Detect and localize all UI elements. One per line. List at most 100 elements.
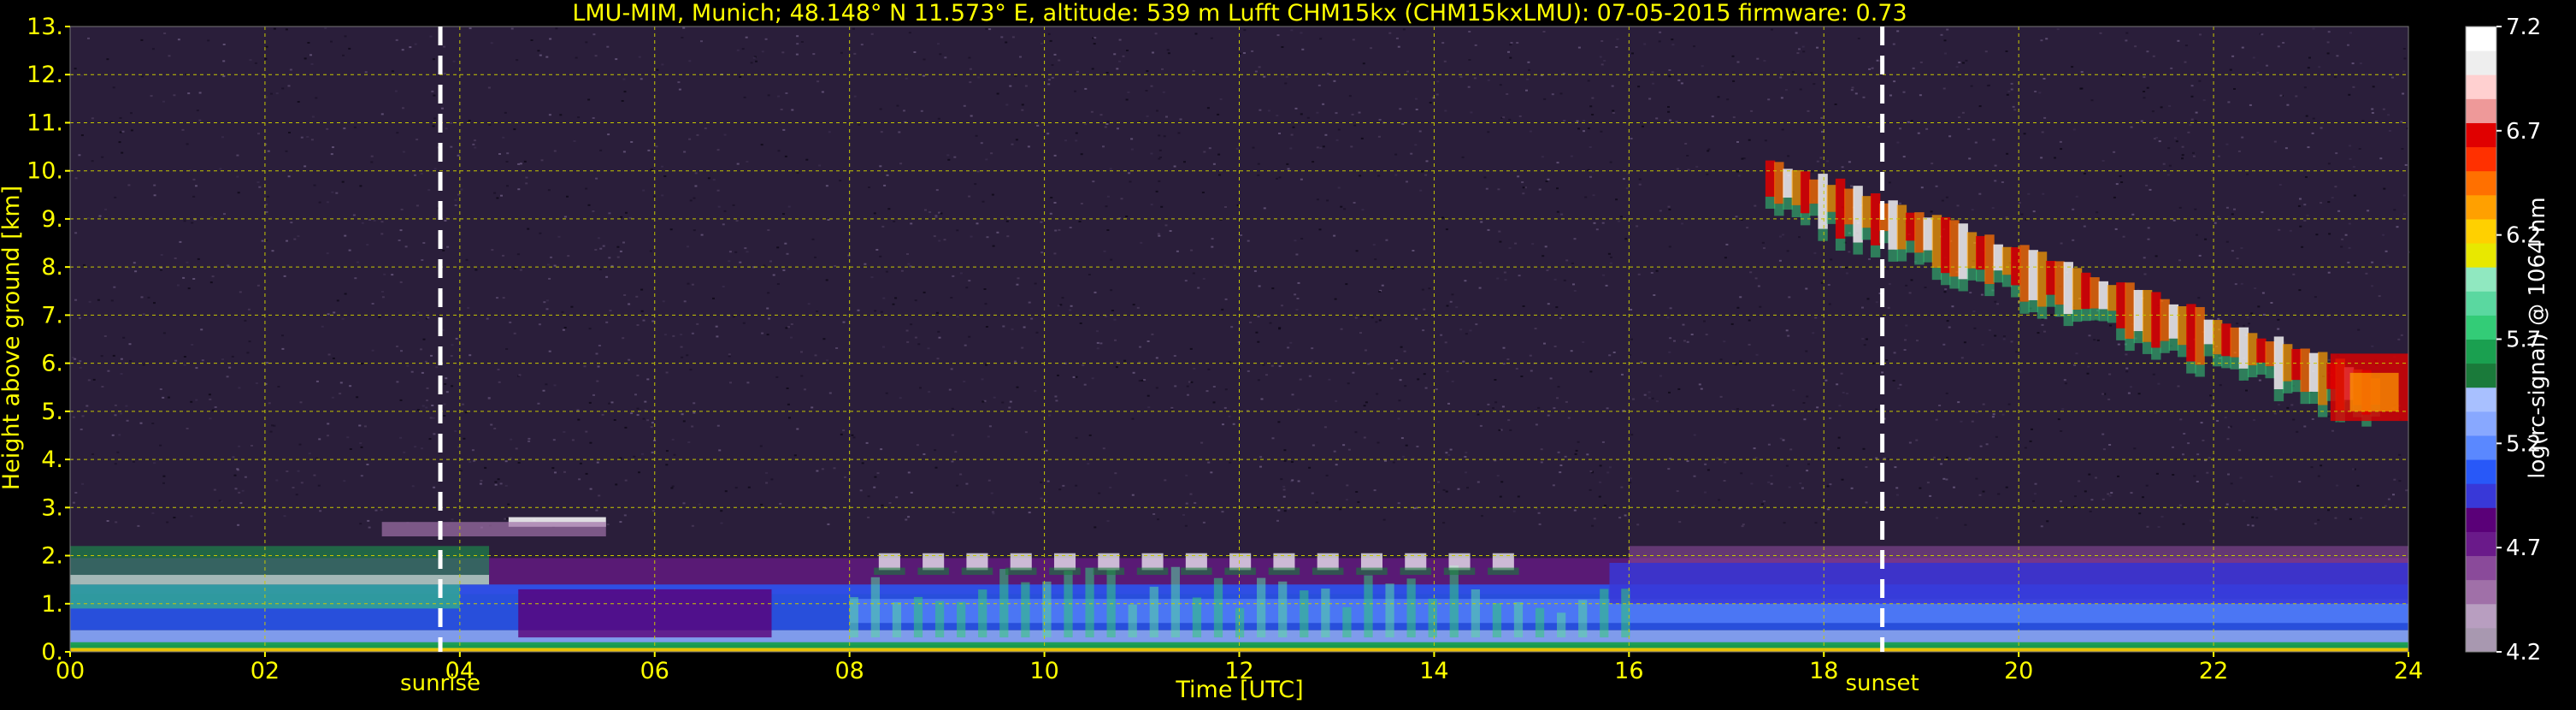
noise-speck — [1194, 502, 1197, 504]
noise-speck — [168, 396, 170, 399]
noise-speck — [2217, 155, 2220, 157]
cirrus-edge — [2300, 392, 2310, 405]
x-tick-label: 20 — [2004, 658, 2033, 684]
noise-speck — [2155, 137, 2158, 139]
noise-speck — [86, 217, 90, 220]
noise-speck — [642, 319, 645, 322]
noise-speck — [1262, 364, 1265, 366]
noise-speck — [879, 165, 882, 168]
noise-speck — [585, 187, 588, 190]
noise-speck — [1796, 52, 1800, 54]
noise-speck — [2147, 227, 2150, 229]
noise-speck — [554, 471, 557, 474]
noise-speck — [1742, 157, 1746, 160]
noise-speck — [1259, 465, 1262, 468]
noise-speck — [2278, 228, 2281, 231]
noise-speck — [1415, 317, 1418, 320]
noise-speck — [1739, 360, 1742, 363]
noise-speck — [635, 295, 639, 298]
convective-column — [1385, 583, 1394, 638]
noise-speck — [693, 229, 696, 232]
noise-speck — [1173, 165, 1176, 168]
noise-speck — [691, 283, 694, 286]
noise-speck — [779, 502, 782, 505]
noise-speck — [2402, 48, 2406, 50]
noise-speck — [1942, 87, 1946, 90]
noise-speck — [198, 119, 202, 121]
noise-speck — [1016, 283, 1019, 286]
noise-speck — [1011, 36, 1015, 38]
noise-speck — [1335, 464, 1338, 466]
noise-speck — [1682, 323, 1685, 326]
noise-speck — [1202, 277, 1205, 280]
noise-speck — [985, 27, 988, 30]
noise-speck — [548, 114, 551, 116]
noise-speck — [414, 43, 417, 45]
noise-speck — [1589, 470, 1593, 472]
noise-speck — [1151, 333, 1154, 335]
noise-speck — [513, 332, 516, 334]
cumulus-cell — [1405, 553, 1427, 571]
noise-speck — [1778, 259, 1782, 262]
noise-speck — [1531, 243, 1535, 246]
noise-speck — [121, 130, 125, 133]
noise-speck — [371, 349, 374, 352]
noise-speck — [435, 366, 439, 369]
noise-speck — [1360, 137, 1364, 139]
noise-speck — [1589, 488, 1592, 491]
noise-speck — [920, 109, 923, 112]
noise-speck — [640, 288, 644, 291]
noise-speck — [133, 460, 135, 463]
noise-speck — [2202, 439, 2205, 441]
noise-speck — [2119, 175, 2122, 177]
noise-speck — [1395, 37, 1399, 39]
noise-speck — [1806, 470, 1809, 472]
noise-speck — [1630, 434, 1634, 436]
noise-speck — [1636, 524, 1640, 526]
noise-speck — [1146, 70, 1149, 73]
noise-speck — [1600, 40, 1604, 42]
noise-speck — [1502, 116, 1506, 119]
noise-speck — [1093, 526, 1097, 529]
noise-speck — [317, 484, 321, 487]
cirrus-edge — [2028, 299, 2038, 313]
noise-speck — [1311, 360, 1314, 363]
colorbar-swatch — [2466, 74, 2496, 99]
cirrus-edge — [2072, 310, 2083, 322]
noise-speck — [640, 78, 643, 80]
noise-speck — [2335, 152, 2338, 155]
noise-speck — [943, 239, 946, 241]
noise-speck — [1468, 31, 1471, 33]
convective-column — [1278, 581, 1288, 638]
noise-speck — [2217, 317, 2220, 320]
noise-speck — [1624, 238, 1628, 240]
noise-speck — [2315, 234, 2319, 236]
noise-speck — [2063, 379, 2066, 382]
noise-speck — [1229, 461, 1232, 464]
noise-speck — [620, 216, 623, 218]
cirrus-edge — [2238, 368, 2249, 381]
noise-speck — [487, 86, 491, 89]
noise-speck — [1139, 346, 1141, 348]
noise-speck — [1377, 175, 1381, 177]
noise-speck — [2179, 418, 2183, 421]
noise-speck — [981, 378, 984, 381]
cirrus-segment — [1888, 200, 1898, 250]
noise-speck — [1905, 324, 1908, 327]
noise-speck — [1910, 279, 1913, 281]
noise-speck — [1131, 494, 1135, 496]
noise-speck — [1440, 334, 1443, 336]
noise-speck — [835, 347, 839, 349]
noise-speck — [2196, 453, 2200, 456]
noise-speck — [1834, 104, 1837, 105]
noise-speck — [494, 483, 498, 486]
noise-speck — [1992, 139, 1995, 141]
noise-speck — [861, 462, 864, 464]
noise-speck — [1263, 75, 1266, 78]
noise-speck — [1816, 406, 1819, 409]
noise-speck — [1416, 446, 1419, 447]
noise-speck — [656, 68, 659, 71]
noise-speck — [1059, 304, 1063, 306]
noise-speck — [1311, 347, 1314, 350]
noise-speck — [500, 194, 503, 197]
